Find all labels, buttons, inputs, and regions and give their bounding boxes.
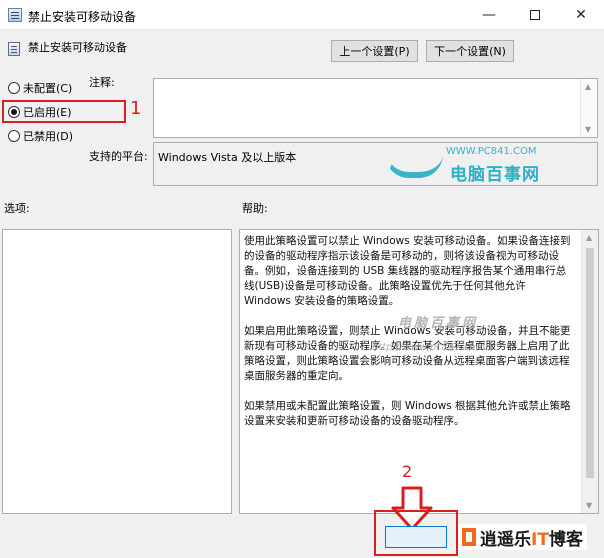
watermark-url: WWW.PC841.COM — [446, 146, 537, 157]
blog-logo-text: 逍遥乐IT博客 — [480, 529, 583, 550]
policy-editor-body: 禁止安装可移动设备 上一个设置(P) 下一个设置(N) 未配置(C) 已启用(E… — [0, 30, 604, 558]
watermark-site-name: 电脑百事网 — [450, 165, 540, 185]
help-label: 帮助: — [242, 202, 268, 215]
close-icon: ✕ — [575, 7, 587, 23]
ok-button[interactable] — [385, 526, 447, 548]
maximize-button[interactable] — [512, 0, 558, 30]
title-bar: 禁止安装可移动设备 — ✕ — [0, 0, 604, 30]
scroll-down-icon[interactable]: ▼ — [586, 501, 592, 510]
radio-not-configured[interactable]: 未配置(C) — [8, 80, 72, 96]
policy-app-icon — [8, 8, 22, 22]
scrollbar-thumb[interactable] — [586, 248, 594, 478]
maximize-icon — [530, 10, 540, 20]
minimize-button[interactable]: — — [466, 0, 512, 30]
radio-circle[interactable] — [8, 130, 20, 142]
annotation-marker-2: 2 — [402, 462, 413, 481]
close-button[interactable]: ✕ — [558, 0, 604, 30]
previous-setting-button[interactable]: 上一个设置(P) — [331, 40, 418, 62]
options-label: 选项: — [4, 202, 30, 215]
window-title: 禁止安装可移动设备 — [28, 10, 137, 24]
radio-label: 未配置(C) — [23, 82, 73, 95]
platform-label: 支持的平台: — [89, 150, 148, 163]
radio-label: 已禁用(D) — [23, 130, 74, 143]
next-setting-button[interactable]: 下一个设置(N) — [426, 40, 514, 62]
policy-setting-icon — [8, 42, 20, 56]
platform-value: Windows Vista 及以上版本 — [158, 151, 297, 164]
help-text: 使用此策略设置可以禁止 Windows 安装可移动设备。如果设备连接到的设备的驱… — [244, 234, 574, 444]
scroll-up-icon[interactable]: ▲ — [586, 233, 592, 242]
help-scrollbar[interactable]: ▲ ▼ — [581, 230, 598, 513]
radio-circle[interactable] — [8, 82, 20, 94]
annotation-marker-1: 1 — [130, 98, 142, 119]
help-paragraph: 使用此策略设置可以禁止 Windows 安装可移动设备。如果设备连接到的设备的驱… — [244, 235, 571, 307]
watermark-bottom-logo: 逍遥乐IT博客 — [458, 524, 587, 550]
blog-logo-icon — [462, 528, 476, 546]
help-paragraph: 如果启用此策略设置，则禁止 Windows 安装可移动设备，并且不能更新现有可移… — [244, 325, 571, 382]
help-panel[interactable]: 使用此策略设置可以禁止 Windows 安装可移动设备。如果设备连接到的设备的驱… — [239, 229, 599, 514]
comment-scrollbar[interactable]: ▲ ▼ — [580, 79, 597, 137]
scroll-down-icon[interactable]: ▼ — [585, 125, 591, 134]
minimize-icon: — — [482, 7, 496, 23]
comment-label: 注释: — [89, 76, 115, 89]
policy-name: 禁止安装可移动设备 — [28, 41, 127, 54]
help-paragraph: 如果禁用或未配置此策略设置，则 Windows 根据其他允许或禁止策略设置来安装… — [244, 400, 571, 427]
comment-textarea[interactable]: ▲ ▼ — [153, 78, 598, 138]
options-panel — [2, 229, 232, 514]
scroll-up-icon[interactable]: ▲ — [585, 82, 591, 91]
radio-disabled[interactable]: 已禁用(D) — [8, 128, 73, 144]
watermark-overlay-url: http://www.pc841.com — [372, 342, 486, 353]
annotation-highlight-enabled — [2, 100, 126, 123]
watermark-overlay-cn: 电脑百事网 — [398, 316, 479, 331]
